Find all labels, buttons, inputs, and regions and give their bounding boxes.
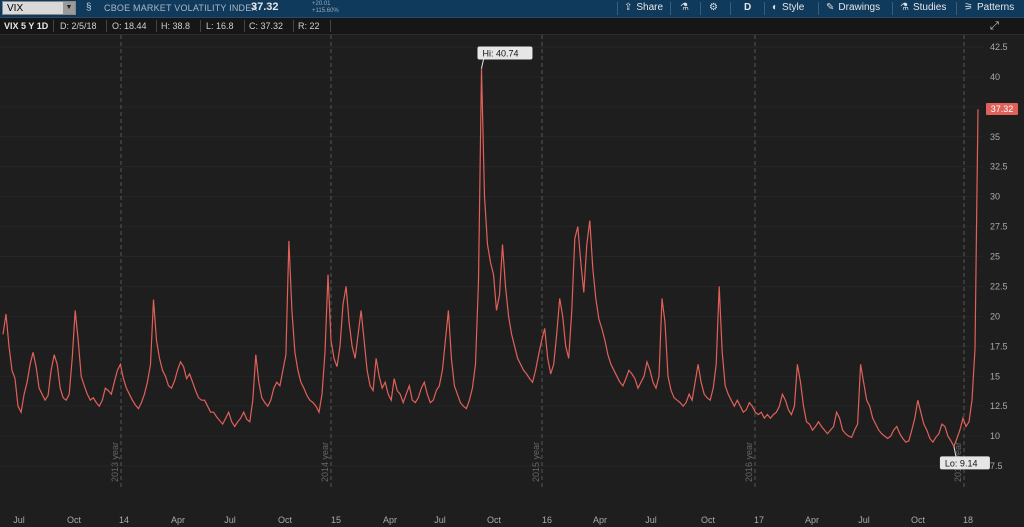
patterns-button[interactable]: ⚞ Patterns bbox=[964, 1, 1014, 16]
chevron-down-icon[interactable]: ▼ bbox=[63, 2, 75, 14]
y-tick-label: 32.5 bbox=[990, 162, 1008, 172]
toolbar-divider bbox=[892, 2, 893, 15]
net-change: +20.01 bbox=[312, 1, 331, 7]
x-tick-label: Jul bbox=[858, 515, 870, 525]
x-tick-label: Apr bbox=[171, 515, 185, 525]
toolbar-divider bbox=[730, 2, 731, 15]
y-tick-label: 30 bbox=[990, 192, 1000, 202]
info-divider bbox=[330, 20, 331, 32]
x-tick-label: Oct bbox=[278, 515, 293, 525]
last-price-tag: 37.32 bbox=[986, 103, 1018, 116]
high-marker-pointer bbox=[480, 59, 484, 69]
toolbar-divider bbox=[700, 2, 701, 15]
style-icon: ◐ bbox=[772, 2, 779, 13]
year-marker-label: 2014 year bbox=[320, 442, 330, 482]
info-divider bbox=[200, 20, 201, 32]
info-divider bbox=[156, 20, 157, 32]
bar-close: C: 37.32 bbox=[249, 21, 284, 31]
toolbar-divider bbox=[818, 2, 819, 15]
flask-icon: ⚗ bbox=[900, 2, 909, 13]
high-marker-label: Hi: 40.74 bbox=[482, 49, 518, 59]
y-tick-label: 10 bbox=[990, 431, 1000, 441]
info-divider bbox=[244, 20, 245, 32]
share-label: Share bbox=[636, 2, 664, 13]
symbol-selector[interactable]: VIX ▼ bbox=[2, 1, 76, 15]
share-icon: ⇪ bbox=[624, 2, 633, 13]
y-tick-label: 22.5 bbox=[990, 281, 1008, 291]
settings-button[interactable]: ⚙ bbox=[709, 1, 722, 16]
percent-change: +115.60% bbox=[312, 8, 339, 14]
link-icon[interactable]: § bbox=[86, 2, 94, 14]
y-tick-label: 20 bbox=[990, 311, 1000, 321]
y-tick-label: 7.5 bbox=[990, 461, 1003, 471]
x-tick-label: Apr bbox=[383, 515, 397, 525]
x-tick-label: Oct bbox=[67, 515, 82, 525]
share-button[interactable]: ⇪ Share bbox=[624, 1, 663, 16]
low-marker-label: Lo: 9.14 bbox=[945, 458, 978, 468]
symbol-text: VIX bbox=[7, 3, 24, 14]
toolbar-divider bbox=[956, 2, 957, 15]
y-tick-label: 35 bbox=[990, 132, 1000, 142]
bar-range: R: 22 bbox=[298, 21, 320, 31]
x-tick-label: Jul bbox=[13, 515, 25, 525]
price-chart[interactable]: 2013 year 2014 year 2015 year 2016 year 20 17… bbox=[0, 35, 1024, 527]
x-tick-label: Apr bbox=[805, 515, 819, 525]
expand-icon[interactable]: ⤢ bbox=[990, 20, 999, 33]
x-tick-label: 18 bbox=[963, 515, 973, 525]
info-divider bbox=[53, 20, 54, 32]
patterns-label: Patterns bbox=[976, 2, 1015, 13]
info-divider bbox=[106, 20, 107, 32]
toolbar-divider bbox=[617, 2, 618, 15]
last-price: 37.32 bbox=[251, 1, 279, 13]
x-tick-label: Jul bbox=[434, 515, 446, 525]
toolbar-divider bbox=[764, 2, 765, 15]
studies-label: Studies bbox=[912, 2, 947, 13]
bar-open: O: 18.44 bbox=[112, 21, 147, 31]
style-button[interactable]: ◐ Style bbox=[772, 1, 804, 16]
y-tick-label: 42.5 bbox=[990, 42, 1008, 52]
x-tick-label: Jul bbox=[224, 515, 236, 525]
y-tick-label: 40 bbox=[990, 72, 1000, 82]
gear-icon: ⚙ bbox=[709, 2, 718, 13]
info-bar: VIX 5 Y 1D D: 2/5/18 O: 18.44 H: 38.8 L:… bbox=[0, 18, 1024, 35]
instrument-title: CBOE MARKET VOLATILITY INDEX bbox=[104, 3, 258, 13]
y-tick-label: 12.5 bbox=[990, 401, 1008, 411]
chart-label[interactable]: VIX 5 Y 1D bbox=[4, 20, 48, 32]
aggregation-button[interactable]: D bbox=[744, 1, 751, 16]
x-tick-label: Jul bbox=[645, 515, 657, 525]
bar-low: L: 16.8 bbox=[206, 21, 234, 31]
vix-series-line bbox=[2, 68, 979, 448]
year-marker-label: 2016 year bbox=[744, 442, 754, 482]
drawings-button[interactable]: ✎ Drawings bbox=[826, 1, 880, 16]
style-label: Style bbox=[782, 2, 805, 13]
x-tick-label: 15 bbox=[331, 515, 341, 525]
x-tick-label: 17 bbox=[754, 515, 764, 525]
info-divider bbox=[293, 20, 294, 32]
top-toolbar: VIX ▼ § CBOE MARKET VOLATILITY INDEX 37.… bbox=[0, 0, 1024, 18]
x-tick-label: Oct bbox=[487, 515, 502, 525]
y-tick-label: 15 bbox=[990, 371, 1000, 381]
year-marker-label: 2015 year bbox=[531, 442, 541, 482]
x-tick-label: 16 bbox=[542, 515, 552, 525]
drawing-icon: ✎ bbox=[826, 2, 835, 13]
flask-button[interactable]: ⚗ bbox=[680, 1, 693, 16]
flask-icon: ⚗ bbox=[680, 2, 689, 13]
y-tick-label: 25 bbox=[990, 252, 1000, 262]
toolbar-divider bbox=[670, 2, 671, 15]
drawings-label: Drawings bbox=[838, 2, 881, 13]
y-tick-label: 27.5 bbox=[990, 222, 1008, 232]
x-tick-label: Apr bbox=[593, 515, 607, 525]
studies-button[interactable]: ⚗ Studies bbox=[900, 1, 946, 16]
x-tick-label: 14 bbox=[119, 515, 129, 525]
year-marker-label: 2013 year bbox=[110, 442, 120, 482]
y-tick-label: 17.5 bbox=[990, 341, 1008, 351]
bar-high: H: 38.8 bbox=[161, 21, 191, 31]
bar-date: D: 2/5/18 bbox=[60, 21, 97, 31]
x-tick-label: Oct bbox=[701, 515, 716, 525]
x-tick-label: Oct bbox=[911, 515, 926, 525]
patterns-icon: ⚞ bbox=[964, 2, 973, 13]
